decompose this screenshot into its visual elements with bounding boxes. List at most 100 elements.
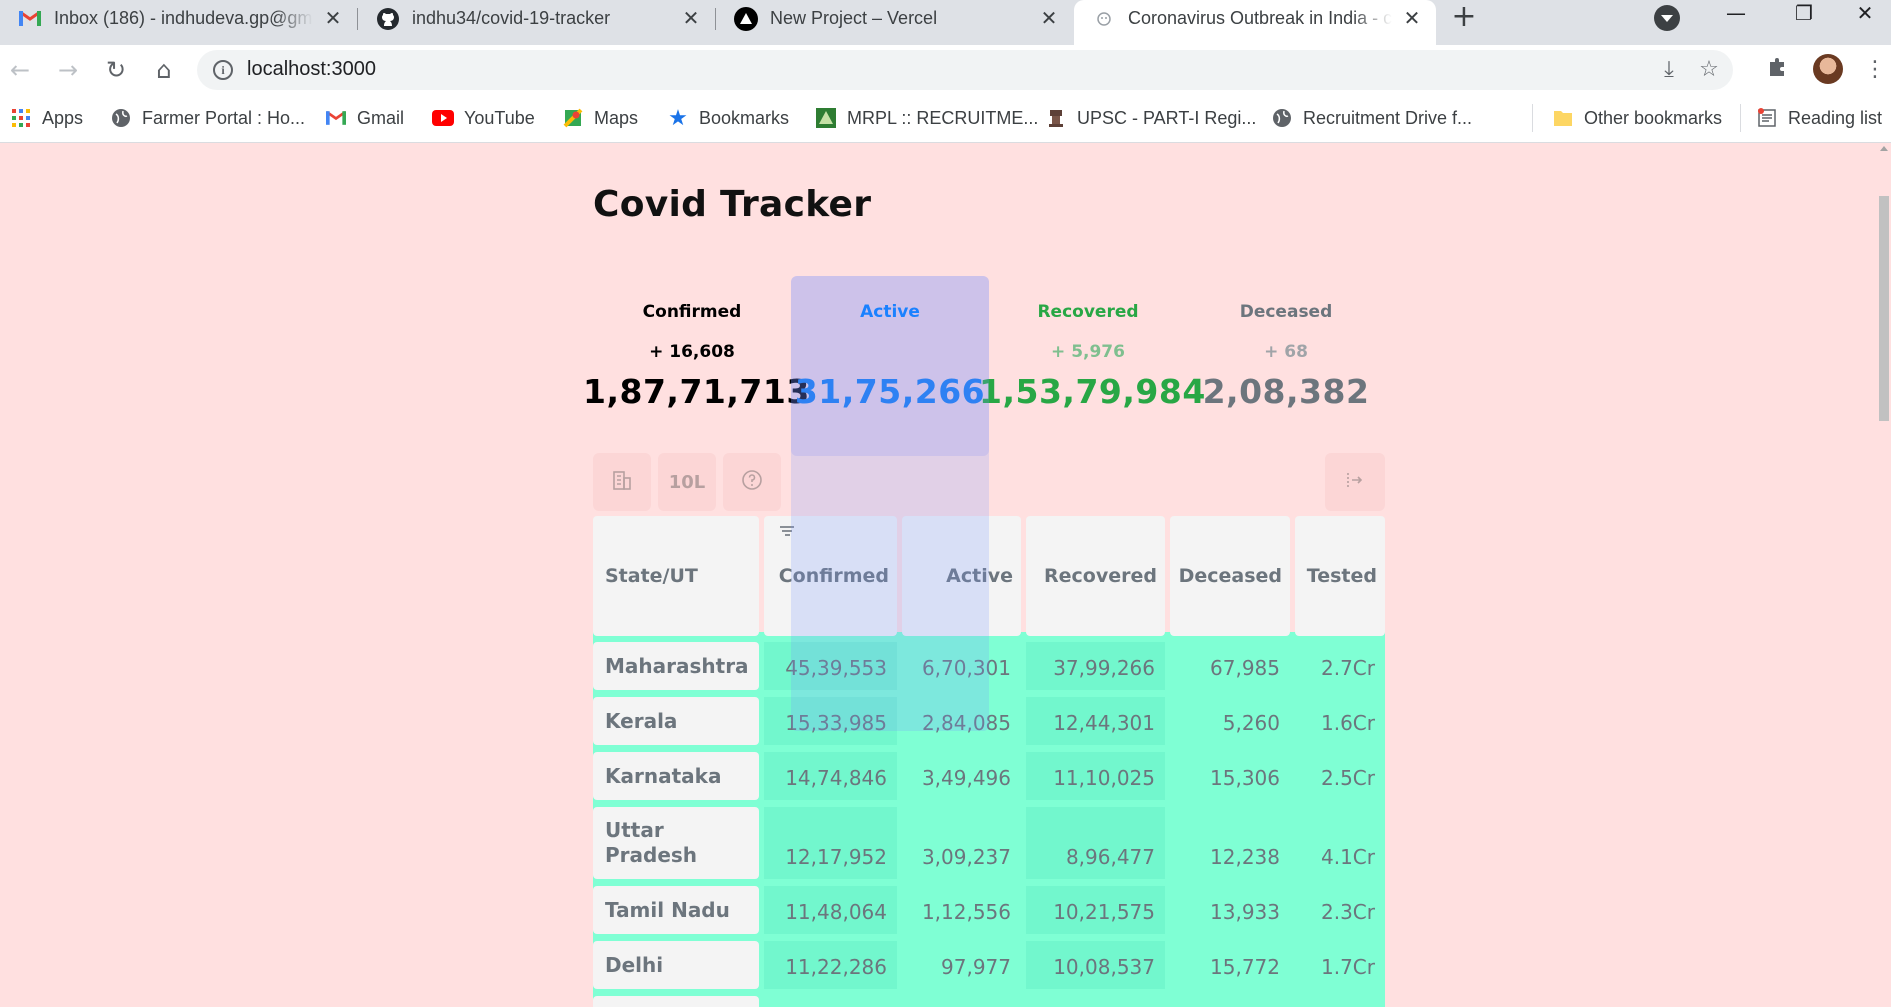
level-total: 1,53,79,984	[979, 372, 1206, 411]
home-icon[interactable]: ⌂	[148, 54, 180, 86]
mrpl-icon	[815, 107, 837, 129]
level-label: Deceased	[1239, 302, 1333, 322]
header-label: Confirmed	[778, 565, 889, 587]
bookmark-bookmarks[interactable]: ★ Bookmarks	[667, 104, 789, 132]
cell-deceased: 67,985	[1210, 656, 1280, 680]
scroll-up-icon[interactable]	[1880, 146, 1888, 151]
reload-icon[interactable]: ↻	[100, 54, 132, 86]
close-tab-icon[interactable]: ✕	[321, 7, 345, 31]
state-name[interactable]: Kerala	[593, 697, 759, 745]
state-name[interactable]: Maharashtra	[593, 642, 759, 690]
cell-deceased: 12,238	[1210, 845, 1280, 869]
table-row[interactable]: Uttar Pradesh 12,17,952 3,09,237 8,96,47…	[593, 807, 1385, 879]
header-active[interactable]: Active	[902, 516, 1021, 636]
cell-recovered: 37,99,266	[1026, 642, 1165, 690]
table-row[interactable]: Delhi 11,22,286 97,977 10,08,537 15,772 …	[593, 941, 1385, 989]
state-name[interactable]: Karnataka	[593, 752, 759, 800]
url-text[interactable]: localhost:3000	[247, 58, 376, 81]
close-window-icon[interactable]: ✕	[1839, 0, 1891, 30]
bookmark-other[interactable]: Other bookmarks	[1552, 104, 1722, 132]
address-bar[interactable]: i localhost:3000 ⤓ ☆	[197, 50, 1733, 90]
site-info-icon[interactable]: i	[213, 60, 233, 80]
youtube-icon	[432, 107, 454, 129]
menu-icon[interactable]: ⋮	[1863, 54, 1887, 86]
bookmark-label: Gmail	[357, 107, 405, 128]
bookmark-label: Bookmarks	[699, 107, 790, 128]
header-tested[interactable]: Tested	[1295, 516, 1385, 636]
bookmarks-divider	[1740, 104, 1741, 132]
expand-table-button[interactable]	[1325, 453, 1385, 511]
header-state[interactable]: State/UT	[593, 516, 759, 636]
level-recovered[interactable]: Recovered + 5,976 1,53,79,984	[979, 276, 1205, 456]
new-tab-button[interactable]: +	[1448, 2, 1480, 34]
tab-vercel[interactable]: New Project – Vercel ✕	[716, 0, 1073, 37]
globe-icon	[110, 107, 132, 129]
cell-confirmed: 11,48,064	[764, 886, 897, 934]
scrollbar-thumb[interactable]	[1879, 196, 1889, 421]
table-row[interactable]: Maharashtra 45,39,553 6,70,301 37,99,266…	[593, 642, 1385, 690]
loading-icon	[1092, 7, 1116, 31]
back-icon[interactable]: ←	[4, 54, 36, 86]
vercel-icon	[734, 6, 758, 31]
gmail-icon	[325, 107, 347, 129]
table-row[interactable]: Kerala 15,33,985 2,84,085 12,44,301 5,26…	[593, 697, 1385, 745]
bookmark-upsc[interactable]: UPSC - PART-I Regi...	[1045, 104, 1256, 132]
cell-confirmed: 14,74,846	[764, 752, 897, 800]
state-name[interactable]: Tamil Nadu	[593, 886, 759, 934]
tab-gmail[interactable]: Inbox (186) - indhudeva.gp@gmail.com ✕	[0, 0, 358, 37]
header-recovered[interactable]: Recovered	[1026, 516, 1165, 636]
bookmark-star-icon[interactable]: ☆	[1697, 58, 1721, 82]
building-icon	[611, 469, 633, 496]
profile-avatar[interactable]	[1813, 54, 1843, 84]
cell-confirmed: 11,22,286	[764, 941, 897, 989]
bookmark-reading-list[interactable]: Reading list	[1756, 104, 1882, 132]
apps-grid-icon	[10, 107, 32, 129]
restore-icon[interactable]: ❐	[1774, 0, 1834, 30]
cell-active: 3,09,237	[921, 845, 1011, 869]
emblem-icon	[1045, 107, 1067, 129]
cell-recovered: 12,44,301	[1026, 697, 1165, 745]
header-deceased[interactable]: Deceased	[1170, 516, 1290, 636]
cell-deceased: 15,772	[1210, 955, 1280, 979]
tab-covid-active[interactable]: Coronavirus Outbreak in India - covid19i…	[1074, 0, 1436, 45]
per-ten-lakh-button[interactable]: 10L	[658, 453, 716, 511]
minimize-icon[interactable]: —	[1706, 0, 1766, 30]
level-label: Active	[860, 302, 920, 322]
help-button[interactable]	[723, 453, 781, 511]
level-confirmed[interactable]: Confirmed + 16,608 1,87,71,713	[583, 276, 809, 456]
page-viewport: Covid Tracker Confirmed + 16,608 1,87,71…	[0, 144, 1877, 1007]
cell-recovered: 10,08,537	[1026, 941, 1165, 989]
table-row[interactable]: Karnataka 14,74,846 3,49,496 11,10,025 1…	[593, 752, 1385, 800]
close-tab-icon[interactable]: ✕	[679, 7, 703, 31]
level-deceased[interactable]: Deceased + 68 2,08,382	[1187, 276, 1385, 456]
state-name[interactable]: Uttar Pradesh	[593, 807, 759, 879]
state-name[interactable]: Delhi	[593, 941, 759, 989]
cell-deceased: 5,260	[1222, 711, 1280, 735]
level-active[interactable]: Active 31,75,266	[791, 276, 989, 456]
install-app-icon[interactable]: ⤓	[1657, 58, 1681, 82]
close-tab-icon[interactable]: ✕	[1037, 7, 1061, 31]
tab-title: indhu34/covid-19-tracker	[412, 8, 611, 28]
bookmark-apps[interactable]: Apps	[10, 104, 83, 132]
bookmark-farmer-portal[interactable]: Farmer Portal : Ho...	[110, 104, 305, 132]
tab-search-icon[interactable]	[1654, 5, 1680, 31]
bookmark-recruitment[interactable]: Recruitment Drive f...	[1271, 104, 1472, 132]
bookmark-mrpl[interactable]: MRPL :: RECRUITME...	[815, 104, 1038, 132]
star-icon: ★	[668, 105, 688, 130]
tab-title: Coronavirus Outbreak in India - covid19i…	[1128, 8, 1392, 28]
extensions-icon[interactable]	[1762, 55, 1792, 85]
forward-icon[interactable]: →	[52, 54, 84, 86]
bookmark-gmail[interactable]: Gmail	[325, 104, 404, 132]
district-toggle-button[interactable]	[593, 453, 651, 511]
table-row[interactable]: Tamil Nadu 11,48,064 1,12,556 10,21,575 …	[593, 886, 1385, 934]
close-tab-icon[interactable]: ✕	[1400, 7, 1424, 31]
cell-active: 97,977	[941, 955, 1011, 979]
bookmark-maps[interactable]: Maps	[562, 104, 638, 132]
header-confirmed[interactable]: Confirmed	[764, 516, 897, 636]
header-label: State/UT	[605, 565, 698, 587]
bookmark-youtube[interactable]: YouTube	[432, 104, 535, 132]
tab-github[interactable]: indhu34/covid-19-tracker ✕	[358, 0, 716, 37]
page-scrollbar[interactable]	[1877, 144, 1891, 1007]
level-delta: + 16,608	[649, 342, 735, 362]
level-total: 1,87,71,713	[583, 372, 810, 411]
